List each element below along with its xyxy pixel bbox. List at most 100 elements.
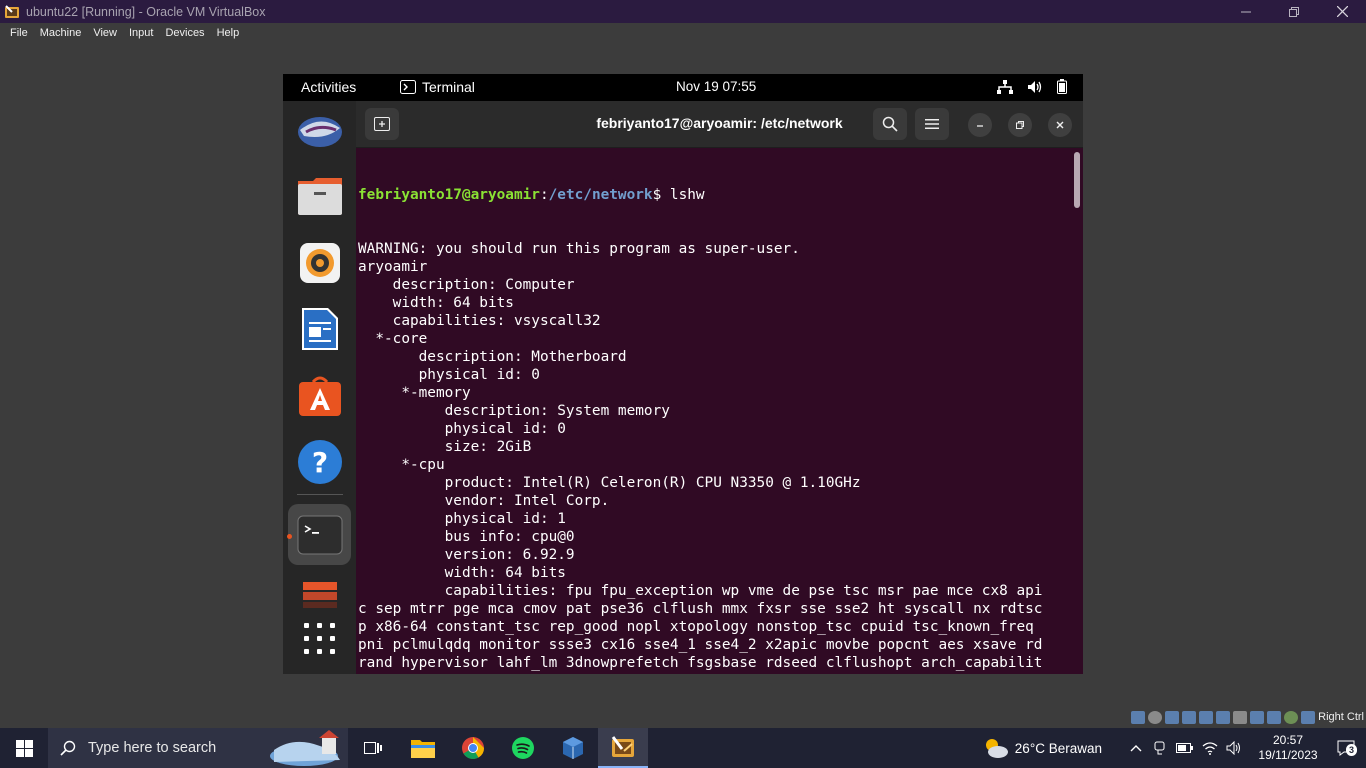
search-button[interactable] [873,108,907,140]
notification-center-button[interactable]: 3 [1326,728,1366,768]
terminal-line: *-cpu [358,457,445,473]
spotify-icon [512,737,534,759]
virtualbox-manager-button[interactable] [548,728,598,768]
shared-folders-icon[interactable] [1216,710,1231,724]
spotify-button[interactable] [498,728,548,768]
system-tray-area: 26°C Berawan 20:57 19/11/2023 3 [983,728,1366,768]
task-view-icon [364,742,382,754]
terminal-line: aryoamir [358,259,428,275]
terminal-line: pni pclmulqdq monitor ssse3 cx16 sse4_1 … [358,637,1043,653]
terminal-line: p x86-64 constant_tsc rep_good nopl xtop… [358,619,1034,635]
terminal-line: *-core [358,331,428,347]
keyboard-capture-icon[interactable] [1301,710,1316,724]
menu-input[interactable]: Input [123,27,159,39]
chrome-button[interactable] [448,728,498,768]
video-capture-icon[interactable] [1250,710,1265,724]
chrome-icon [462,737,484,759]
new-tab-button[interactable] [365,108,399,140]
terminal-line: product: Intel(R) Celeron(R) CPU N3350 @… [358,475,861,491]
usb-icon[interactable] [1199,710,1214,724]
windows-logo-icon [15,739,33,757]
host-window-title: ubuntu22 [Running] - Oracle VM VirtualBo… [26,4,266,19]
terminal-minimize-button[interactable] [968,113,992,137]
virtualbox-app-icon [4,4,20,20]
task-view-button[interactable] [348,728,398,768]
menu-machine[interactable]: Machine [34,27,88,39]
system-tray[interactable] [997,79,1067,94]
menu-view[interactable]: View [87,27,123,39]
prompt-user: febriyanto17@aryoamir [358,187,540,203]
mouse-integration-icon[interactable] [1284,710,1299,724]
thunderbird-icon[interactable] [295,105,345,155]
terminal-line: description: Computer [358,277,575,293]
optical-drive-icon[interactable] [1148,710,1163,724]
terminal-scrollbar[interactable] [1074,152,1080,208]
terminal-window[interactable]: febriyanto17@aryoamir: /etc/network febr… [356,101,1083,674]
app-menu[interactable]: Terminal [400,79,475,95]
terminal-lines: WARNING: you should run this program as … [358,240,1071,674]
wifi-icon[interactable] [1202,741,1218,755]
network-icon [997,79,1013,94]
close-button[interactable] [1318,0,1366,23]
prompt-line: febriyanto17@aryoamir:/etc/network$ lshw [358,186,1071,204]
display-icon[interactable] [1233,710,1248,724]
rhythmbox-icon[interactable] [295,238,345,288]
terminal-line: size: 2GiB [358,439,532,455]
help-icon[interactable]: ? [295,437,345,487]
app-name: Terminal [422,79,475,95]
terminal-line: c sep mtrr pge mca cmov pat pse36 clflus… [358,601,1043,617]
terminal-line: WARNING: you should run this program as … [358,241,800,257]
file-explorer-button[interactable] [398,728,448,768]
virtualbox-vm-button[interactable] [598,728,648,768]
network-adapter-icon[interactable] [1182,710,1197,724]
close-icon [1056,121,1064,129]
terminal-line: rand hypervisor lahf_lm 3dnowprefetch fs… [358,655,1043,671]
terminal-line: capabilities: fpu fpu_exception wp vme d… [358,583,1043,599]
new-tab-icon [374,117,390,131]
activities-button[interactable]: Activities [301,79,356,95]
hard-disk-icon[interactable] [1131,710,1146,724]
show-apps-icon[interactable] [295,614,345,664]
taskbar-search-box[interactable]: Type here to search [48,728,348,768]
windows-taskbar: Type here to search 26°C Berawan 20:57 1… [0,728,1366,768]
hamburger-menu-button[interactable] [915,108,949,140]
terminal-line: physical id: 0 [358,367,540,383]
prompt-path: /etc/network [548,187,653,203]
volume-icon[interactable] [1226,741,1242,755]
weather-icon[interactable] [983,737,1009,759]
vb-status-bar: Right Ctrl [1131,708,1366,726]
vt-x-icon[interactable] [1267,710,1282,724]
writer-icon[interactable] [295,304,345,354]
terminal-line: capabilities: vsyscall32 [358,313,601,329]
minimize-icon [977,125,983,127]
terminal-line: description: System memory [358,403,670,419]
terminal-close-button[interactable] [1048,113,1072,137]
taskbar-clock[interactable]: 20:57 19/11/2023 [1250,733,1326,763]
files-icon[interactable] [295,171,345,221]
app-center-icon[interactable] [295,371,345,421]
battery-icon[interactable] [1176,742,1194,754]
search-icon [882,116,898,132]
terminal-output[interactable]: febriyanto17@aryoamir:/etc/network$ lshw… [358,150,1071,674]
chevron-up-icon[interactable] [1130,744,1142,752]
terminal-icon[interactable] [288,504,351,565]
terminal-line: description: Motherboard [358,349,627,365]
battery-icon [1057,79,1067,94]
terminal-line: physical id: 1 [358,511,566,527]
host-menubar: File Machine View Input Devices Help [0,23,1366,42]
search-highlight-illustration [270,730,340,766]
minimize-button[interactable] [1222,0,1270,23]
meet-now-icon[interactable] [1152,740,1168,756]
start-button[interactable] [0,728,48,768]
menu-help[interactable]: Help [211,27,246,39]
audio-icon[interactable] [1165,710,1180,724]
menu-devices[interactable]: Devices [159,27,210,39]
guest-screen[interactable]: Activities Terminal Nov 19 07:55 ? febri… [283,74,1083,674]
date-text: 19/11/2023 [1258,748,1318,762]
clock[interactable]: Nov 19 07:55 [676,79,756,94]
restore-button[interactable] [1270,0,1318,23]
terminal-maximize-button[interactable] [1008,113,1032,137]
terminal-line: bus info: cpu@0 [358,529,575,545]
menu-file[interactable]: File [4,27,34,39]
weather-text[interactable]: 26°C Berawan [1015,741,1102,756]
